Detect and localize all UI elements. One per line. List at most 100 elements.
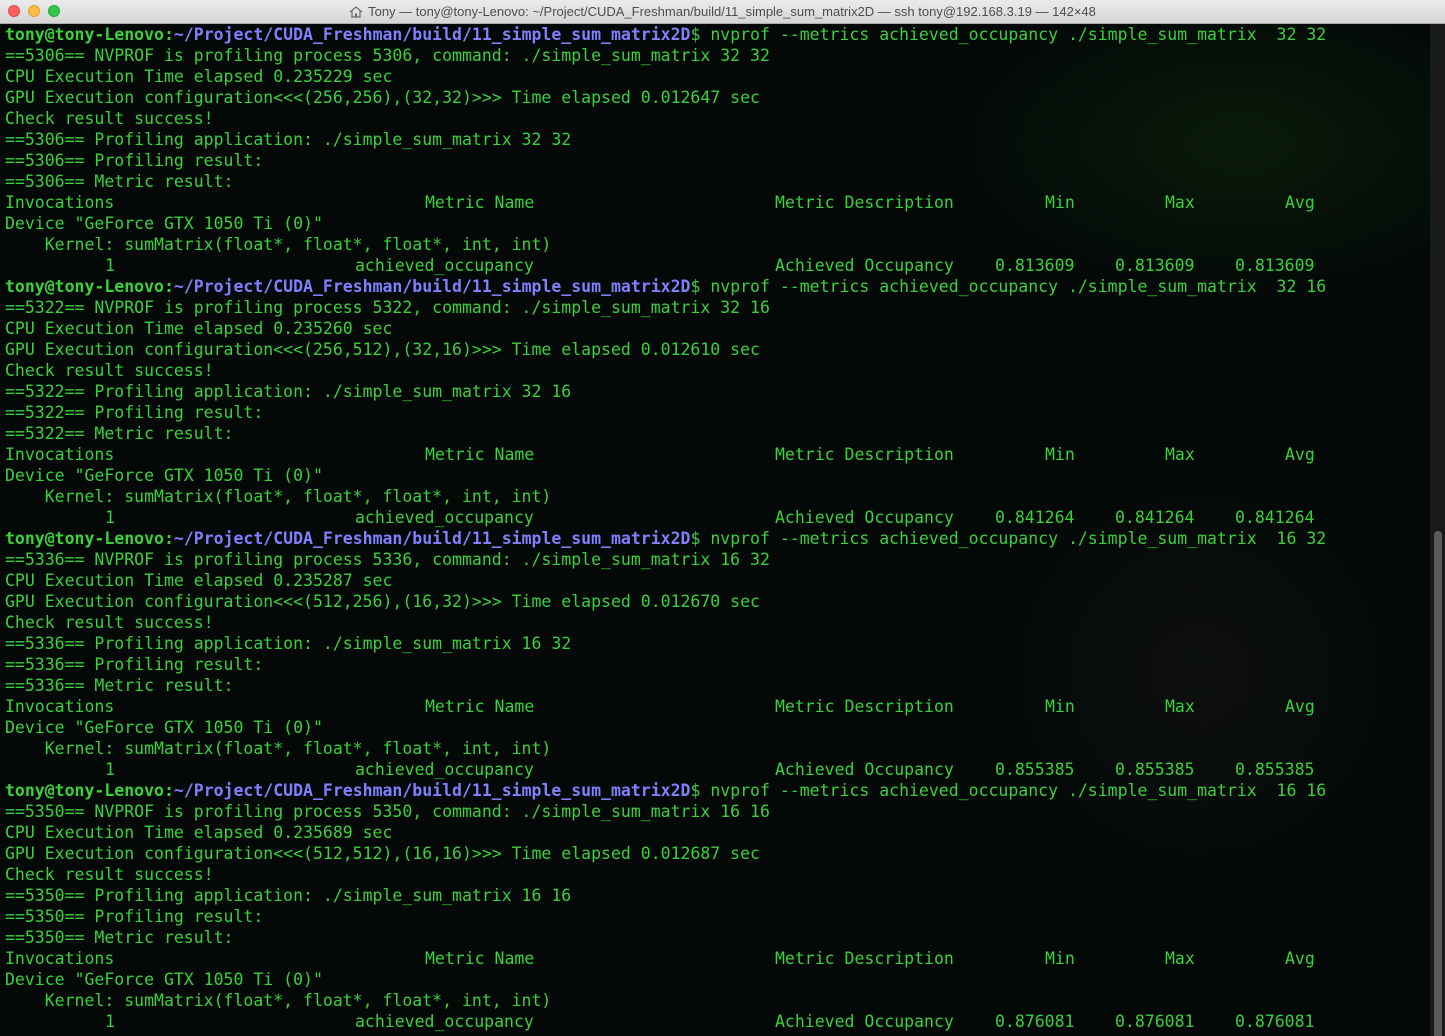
invocations-value: 1: [105, 256, 115, 275]
window-title: Tony — tony@tony-Lenovo: ~/Project/CUDA_…: [368, 4, 1096, 19]
profiling-app-line: ==5336== Profiling application: ./simple…: [5, 634, 572, 653]
metric-header-row: Invocations Metric Name Metric Description…: [0, 192, 1430, 213]
metric-description-value: Achieved Occupancy: [775, 508, 954, 527]
header-metric-name: Metric Name: [425, 193, 535, 212]
min-value: 0.841264: [995, 508, 1075, 527]
profiling-result-line: ==5306== Profiling result:: [5, 151, 264, 170]
cpu-time-line: CPU Execution Time elapsed 0.235689 sec: [5, 823, 393, 842]
profiling-process-line: ==5306== NVPROF is profiling process 530…: [5, 46, 770, 65]
profiling-process-line: ==5322== NVPROF is profiling process 532…: [5, 298, 770, 317]
device-line: Device "GeForce GTX 1050 Ti (0)": [5, 718, 323, 737]
min-value: 0.813609: [995, 256, 1075, 275]
min-value: 0.855385: [995, 760, 1075, 779]
header-avg: Avg: [1285, 193, 1315, 212]
device-line: Device "GeForce GTX 1050 Ti (0)": [5, 214, 323, 233]
command-text: nvprof --metrics achieved_occupancy ./si…: [700, 529, 1327, 548]
prompt-line: tony@tony-Lenovo:~/Project/CUDA_Freshman…: [5, 780, 1326, 801]
scrollbar-thumb[interactable]: [1434, 531, 1442, 1036]
command-text: nvprof --metrics achieved_occupancy ./si…: [700, 781, 1327, 800]
header-metric-name: Metric Name: [425, 697, 535, 716]
terminal-output[interactable]: tony@tony-Lenovo:~/Project/CUDA_Freshman…: [0, 24, 1430, 1036]
max-value: 0.855385: [1115, 760, 1195, 779]
kernel-line: Kernel: sumMatrix(float*, float*, float*…: [5, 739, 552, 758]
prompt-path: ~/Project/CUDA_Freshman/build/11_simple_…: [173, 277, 691, 296]
device-line: Device "GeForce GTX 1050 Ti (0)": [5, 970, 323, 989]
metric-description-value: Achieved Occupancy: [775, 1012, 954, 1031]
profiling-result-line: ==5350== Profiling result:: [5, 907, 264, 926]
metric-result-line: ==5322== Metric result:: [5, 424, 234, 443]
prompt-dollar: $: [690, 25, 701, 44]
profiling-app-line: ==5350== Profiling application: ./simple…: [5, 886, 572, 905]
metric-data-row: 1 achieved_occupancy Achieved Occupancy 0.8…: [0, 759, 1430, 780]
header-metric-description: Metric Description: [775, 949, 954, 968]
header-max: Max: [1165, 193, 1195, 212]
header-invocations: Invocations: [5, 697, 115, 716]
avg-value: 0.876081: [1235, 1012, 1315, 1031]
header-metric-description: Metric Description: [775, 445, 954, 464]
avg-value: 0.855385: [1235, 760, 1315, 779]
metric-description-value: Achieved Occupancy: [775, 760, 954, 779]
header-max: Max: [1165, 949, 1195, 968]
prompt-colon: :: [163, 25, 174, 44]
metric-header-row: Invocations Metric Name Metric Description…: [0, 948, 1430, 969]
prompt-colon: :: [163, 781, 174, 800]
metric-name-value: achieved_occupancy: [355, 256, 534, 275]
title-bar[interactable]: Tony — tony@tony-Lenovo: ~/Project/CUDA_…: [0, 0, 1445, 24]
prompt-path: ~/Project/CUDA_Freshman/build/11_simple_…: [173, 529, 691, 548]
prompt-line: tony@tony-Lenovo:~/Project/CUDA_Freshman…: [5, 24, 1326, 45]
profiling-result-line: ==5336== Profiling result:: [5, 655, 264, 674]
prompt-line: tony@tony-Lenovo:~/Project/CUDA_Freshman…: [5, 528, 1326, 549]
metric-data-row: 1 achieved_occupancy Achieved Occupancy 0.8…: [0, 1011, 1430, 1032]
gpu-config-line: GPU Execution configuration<<<(512,256),…: [5, 592, 760, 611]
max-value: 0.876081: [1115, 1012, 1195, 1031]
prompt-line: tony@tony-Lenovo:~/Project/CUDA_Freshman…: [5, 276, 1326, 297]
header-avg: Avg: [1285, 445, 1315, 464]
gpu-config-line: GPU Execution configuration<<<(256,256),…: [5, 88, 760, 107]
avg-value: 0.813609: [1235, 256, 1315, 275]
invocations-value: 1: [105, 760, 115, 779]
prompt-path: ~/Project/CUDA_Freshman/build/11_simple_…: [173, 25, 691, 44]
header-metric-name: Metric Name: [425, 949, 535, 968]
check-result-line: Check result success!: [5, 361, 214, 380]
avg-value: 0.841264: [1235, 508, 1315, 527]
prompt-user: tony@tony-Lenovo: [5, 529, 164, 548]
header-avg: Avg: [1285, 697, 1315, 716]
header-min: Min: [1045, 445, 1075, 464]
metric-name-value: achieved_occupancy: [355, 508, 534, 527]
header-metric-description: Metric Description: [775, 697, 954, 716]
prompt-dollar: $: [690, 529, 701, 548]
command-text: nvprof --metrics achieved_occupancy ./si…: [700, 25, 1327, 44]
metric-data-row: 1 achieved_occupancy Achieved Occupancy 0.8…: [0, 255, 1430, 276]
header-metric-description: Metric Description: [775, 193, 954, 212]
prompt-colon: :: [163, 529, 174, 548]
cpu-time-line: CPU Execution Time elapsed 0.235260 sec: [5, 319, 393, 338]
kernel-line: Kernel: sumMatrix(float*, float*, float*…: [5, 991, 552, 1010]
invocations-value: 1: [105, 1012, 115, 1031]
profiling-app-line: ==5306== Profiling application: ./simple…: [5, 130, 572, 149]
metric-description-value: Achieved Occupancy: [775, 256, 954, 275]
header-max: Max: [1165, 697, 1195, 716]
prompt-dollar: $: [690, 781, 701, 800]
cpu-time-line: CPU Execution Time elapsed 0.235229 sec: [5, 67, 393, 86]
header-min: Min: [1045, 697, 1075, 716]
check-result-line: Check result success!: [5, 613, 214, 632]
check-result-line: Check result success!: [5, 865, 214, 884]
header-invocations: Invocations: [5, 445, 115, 464]
prompt-colon: :: [163, 277, 174, 296]
invocations-value: 1: [105, 508, 115, 527]
kernel-line: Kernel: sumMatrix(float*, float*, float*…: [5, 487, 552, 506]
gpu-config-line: GPU Execution configuration<<<(256,512),…: [5, 340, 760, 359]
metric-name-value: achieved_occupancy: [355, 760, 534, 779]
max-value: 0.813609: [1115, 256, 1195, 275]
check-result-line: Check result success!: [5, 109, 214, 128]
metric-result-line: ==5336== Metric result:: [5, 676, 234, 695]
profiling-app-line: ==5322== Profiling application: ./simple…: [5, 382, 572, 401]
terminal-window: Tony — tony@tony-Lenovo: ~/Project/CUDA_…: [0, 0, 1445, 1036]
profiling-process-line: ==5350== NVPROF is profiling process 535…: [5, 802, 770, 821]
header-min: Min: [1045, 949, 1075, 968]
scrollbar[interactable]: [1430, 24, 1445, 1036]
header-min: Min: [1045, 193, 1075, 212]
prompt-user: tony@tony-Lenovo: [5, 25, 164, 44]
device-line: Device "GeForce GTX 1050 Ti (0)": [5, 466, 323, 485]
command-text: nvprof --metrics achieved_occupancy ./si…: [700, 277, 1327, 296]
